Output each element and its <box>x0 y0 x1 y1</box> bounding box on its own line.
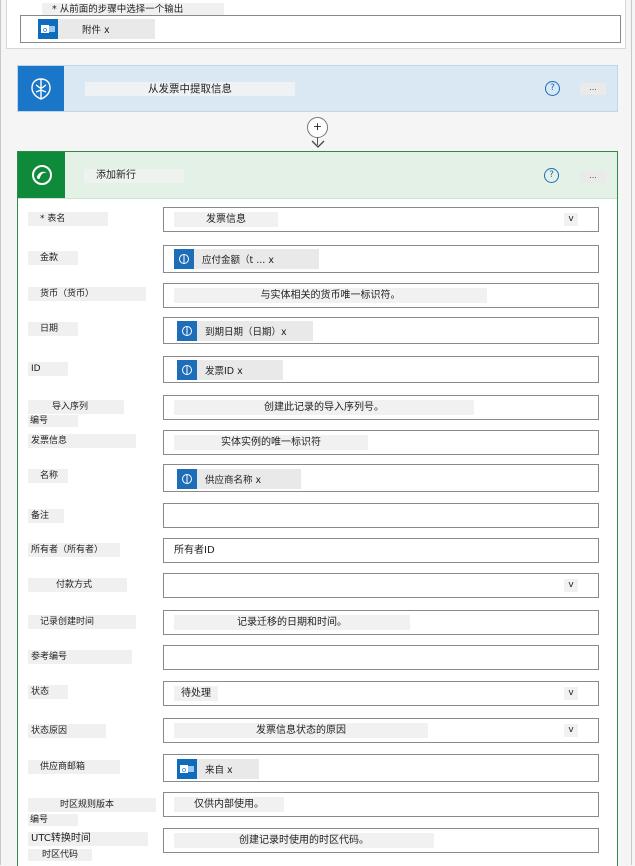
record-created-input[interactable]: 记录迁移的日期和时间。 <box>163 610 599 635</box>
vendor-email-input[interactable]: o 来自 x <box>163 754 599 782</box>
id-label: ID <box>28 362 68 376</box>
ai-builder-icon <box>177 321 197 341</box>
action-header[interactable]: 添加新行 ? ... <box>18 152 617 199</box>
invoice-info-placeholder: 实体实例的唯一标识符 <box>174 435 368 450</box>
record-created-label: 记录创建时间 <box>28 615 136 629</box>
chevron-down-icon[interactable]: v <box>564 213 578 226</box>
date-input[interactable]: 到期日期（日期）x <box>163 317 599 344</box>
extract-invoice-action-card[interactable]: 从发票中提取信息 ? ... <box>17 65 618 112</box>
import-seq-input[interactable]: 创建此记录的导入序列号。 <box>163 395 599 420</box>
import-seq-label: 导入序列 <box>28 400 124 414</box>
utc-label: UTC转换时间 <box>28 832 148 846</box>
status-reason-select[interactable]: 发票信息状态的原因 v <box>163 718 599 743</box>
status-select[interactable]: 待处理 v <box>163 681 599 706</box>
invoice-info-input[interactable]: 实体实例的唯一标识符 <box>163 430 599 455</box>
insert-step-button[interactable]: + <box>307 117 328 138</box>
currency-placeholder: 与实体相关的货币唯一标识符。 <box>174 288 487 303</box>
table-name-select[interactable]: 发票信息 v <box>163 207 599 232</box>
vendor-name-token[interactable]: 供应商名称 x <box>177 469 301 489</box>
canvas-left-border <box>0 0 1 865</box>
currency-input[interactable]: 与实体相关的货币唯一标识符。 <box>163 283 599 308</box>
more-options-button[interactable]: ... <box>580 171 606 183</box>
tz-rule-label: 时区规则版本 <box>28 798 156 812</box>
reference-number-label: 参考编号 <box>28 650 132 664</box>
record-created-placeholder: 记录迁移的日期和时间。 <box>174 615 410 630</box>
owner-value: 所有者ID <box>174 545 215 556</box>
more-options-button[interactable]: ... <box>580 83 606 95</box>
owner-label: 所有者（所有者） <box>28 543 120 557</box>
utc-placeholder: 创建记录时使用的时区代码。 <box>174 833 434 848</box>
tz-rule-placeholder: 仅供内部使用。 <box>174 797 284 812</box>
ai-builder-icon <box>18 66 64 111</box>
ai-builder-icon <box>174 249 194 269</box>
connector-arrow-icon <box>311 140 325 148</box>
invoice-id-token-label: 发票ID x <box>205 366 243 377</box>
help-icon[interactable]: ? <box>545 81 560 96</box>
chevron-down-icon[interactable]: v <box>564 724 578 737</box>
table-name-value: 发票信息 <box>174 212 278 227</box>
select-output-input[interactable]: o 附件 x <box>20 15 621 43</box>
name-input[interactable]: 供应商名称 x <box>163 464 599 492</box>
payment-method-select[interactable]: v <box>163 573 599 598</box>
help-icon[interactable]: ? <box>544 168 559 183</box>
amount-due-token[interactable]: 应付金额（t ... x <box>174 249 319 269</box>
tz-rule-label-line2: 编号 <box>28 814 78 826</box>
outlook-icon: o <box>38 19 58 39</box>
owner-input[interactable]: 所有者ID <box>163 538 599 563</box>
payment-method-label: 付款方式 <box>28 578 127 592</box>
ai-builder-icon <box>177 469 197 489</box>
status-value: 待处理 <box>174 686 218 701</box>
import-seq-placeholder: 创建此记录的导入序列号。 <box>174 400 474 415</box>
from-token[interactable]: o 来自 x <box>177 759 259 779</box>
tz-rule-input[interactable]: 仅供内部使用。 <box>163 792 599 817</box>
chevron-down-icon[interactable]: v <box>564 579 578 592</box>
amount-due-token-label: 应付金额（t ... x <box>202 255 274 266</box>
outlook-icon: o <box>177 759 197 779</box>
reference-number-input[interactable] <box>163 645 599 670</box>
utc-label-line2: 时区代码 <box>28 849 92 861</box>
vendor-email-label: 供应商邮箱 <box>28 760 120 774</box>
status-reason-label: 状态原因 <box>28 724 106 738</box>
status-label: 状态 <box>28 685 68 699</box>
due-date-token-label: 到期日期（日期）x <box>205 327 287 338</box>
invoice-id-token[interactable]: 发票ID x <box>177 360 283 380</box>
table-name-label: * 表名 <box>28 212 108 226</box>
ai-builder-icon <box>177 360 197 380</box>
due-date-token[interactable]: 到期日期（日期）x <box>177 321 313 341</box>
attachments-token-label: 附件 x <box>82 25 110 36</box>
svg-text:o: o <box>182 766 186 774</box>
attachments-token[interactable]: o 附件 x <box>38 19 155 39</box>
notes-input[interactable] <box>163 503 599 528</box>
apply-to-each-card: * 从前面的步骤中选择一个输出 o 附件 x <box>6 0 626 49</box>
action-title: 添加新行 <box>84 169 184 183</box>
amount-label: 金款 <box>28 251 78 265</box>
utc-input[interactable]: 创建记录时使用的时区代码。 <box>163 828 599 853</box>
svg-text:o: o <box>43 26 47 34</box>
canvas-right-border <box>631 0 632 865</box>
date-label: 日期 <box>28 322 78 336</box>
currency-label: 货币（货币） <box>28 287 146 301</box>
vendor-name-token-label: 供应商名称 x <box>205 475 262 486</box>
notes-label: 备注 <box>28 509 64 523</box>
import-seq-label-line2: 编号 <box>28 415 78 427</box>
invoice-info-label: 发票信息 <box>28 434 136 448</box>
status-reason-placeholder: 发票信息状态的原因 <box>174 723 428 738</box>
id-input[interactable]: 发票ID x <box>163 356 599 383</box>
action-title: 从发票中提取信息 <box>85 82 295 96</box>
dataverse-icon <box>18 152 65 198</box>
from-token-label: 来自 x <box>205 765 233 776</box>
amount-input[interactable]: 应付金额（t ... x <box>163 245 599 273</box>
chevron-down-icon[interactable]: v <box>564 687 578 700</box>
name-label: 名称 <box>28 469 68 483</box>
